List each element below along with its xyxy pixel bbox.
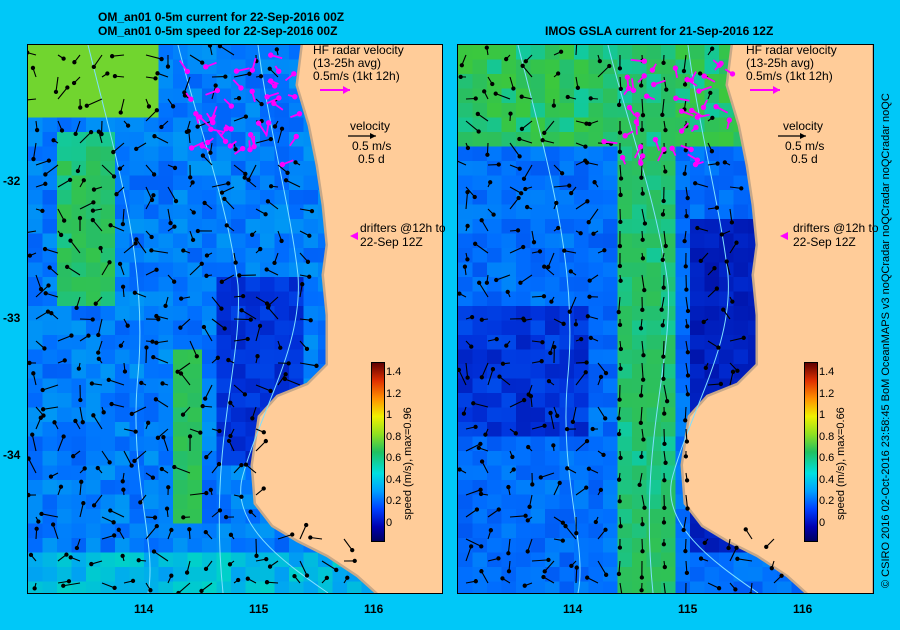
left-colorbar-tick: 0.4	[386, 473, 402, 486]
right-colorbar-tick: 0.8	[819, 430, 835, 443]
left-colorbar-tick: 1.4	[386, 366, 402, 378]
right-hf-radar-scale: 0.5m/s (1kt 12h)	[746, 69, 833, 83]
right-colorbar-tick: 1.4	[819, 366, 835, 378]
left-colorbar	[371, 362, 385, 542]
right-colorbar-label: speed (m/s), max=0.66	[835, 407, 847, 520]
lat-tick-33: -33	[3, 311, 21, 325]
left-drifters-label: drifters @12h to	[360, 221, 446, 235]
credit-text: © CSIRO 2016 02-Oct-2016 23:58:45 BoM Oc…	[880, 93, 892, 588]
left-velocity-days: 0.5 d	[358, 152, 385, 166]
right-colorbar-tick: 0.4	[819, 473, 835, 486]
right-drifters-label: drifters @12h to	[793, 221, 879, 235]
lat-tick-32: -32	[3, 174, 21, 188]
right-velocity-title: velocity	[783, 119, 824, 133]
left-colorbar-tick: 0.2	[386, 495, 402, 507]
right-colorbar-tick: 0.6	[819, 452, 835, 464]
right-colorbar-tick: 1.2	[819, 387, 835, 400]
right-lon-tick-116: 116	[793, 602, 813, 616]
left-colorbar-tick: 0.8	[386, 430, 402, 443]
left-title-current: OM_an01 0-5m current for 22-Sep-2016 00Z	[98, 10, 345, 24]
right-colorbar-tick: 0.2	[819, 495, 835, 507]
lat-tick-34: -34	[3, 448, 21, 462]
right-colorbar	[804, 362, 818, 542]
left-colorbar-tick: 0.6	[386, 452, 402, 464]
left-hf-radar-scale: 0.5m/s (1kt 12h)	[313, 69, 400, 83]
right-drifters-date: 22-Sep 12Z	[793, 235, 856, 249]
right-lon-tick-114: 114	[563, 602, 583, 616]
left-lon-tick-114: 114	[134, 602, 154, 616]
right-title: IMOS GSLA current for 21-Sep-2016 12Z	[545, 24, 774, 38]
right-velocity-days: 0.5 d	[791, 152, 818, 166]
left-lon-tick-116: 116	[364, 602, 384, 616]
left-title-speed: OM_an01 0-5m speed for 22-Sep-2016 00Z	[98, 24, 338, 38]
left-velocity-title: velocity	[350, 119, 391, 133]
left-colorbar-tick: 0	[386, 516, 393, 529]
left-lon-tick-115: 115	[249, 602, 269, 616]
right-colorbar-tick: 0	[819, 516, 826, 529]
left-colorbar-label: speed (m/s), max=0.96	[402, 407, 414, 520]
right-colorbar-tick: 1	[819, 409, 826, 421]
left-colorbar-tick: 1.2	[386, 387, 402, 400]
right-lon-tick-115: 115	[678, 602, 698, 616]
left-colorbar-tick: 1	[386, 409, 393, 421]
left-drifters-date: 22-Sep 12Z	[360, 235, 423, 249]
